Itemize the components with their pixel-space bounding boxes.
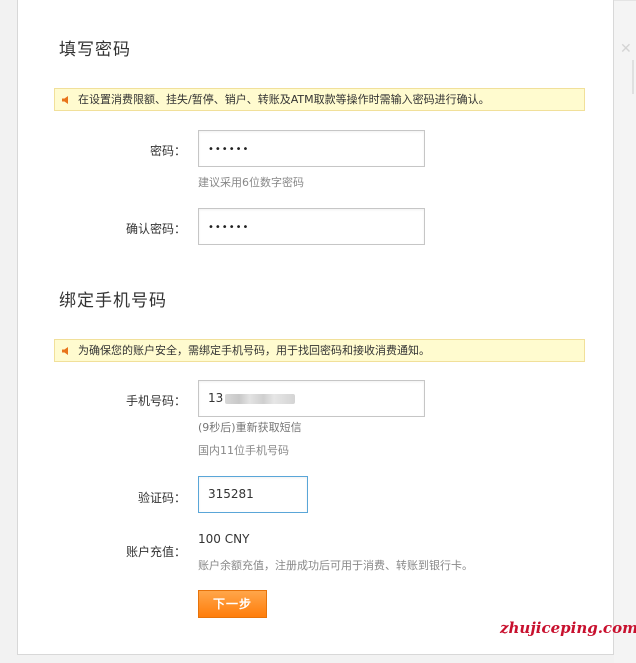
recharge-amount: 100 CNY	[198, 532, 250, 546]
registration-form: 填写密码 在设置消费限额、挂失/暂停、销户、转账及ATM取款等操作时需输入密码进…	[17, 0, 636, 655]
password-tip-text: 在设置消费限额、挂失/暂停、销户、转账及ATM取款等操作时需输入密码进行确认。	[78, 93, 490, 106]
watermark: zhujiceping.com	[500, 619, 636, 637]
password-hint: 建议采用6位数字密码	[198, 176, 304, 189]
phone-tip-banner: 为确保您的账户安全，需绑定手机号码，用于找回密码和接收消费通知。	[54, 339, 585, 362]
verification-code-label: 验证码：	[137, 491, 186, 505]
confirm-password-label: 确认密码：	[125, 222, 186, 236]
close-icon[interactable]: ✕	[620, 42, 632, 56]
password-input[interactable]: ••••••	[198, 130, 425, 167]
phone-hint: 国内11位手机号码	[198, 444, 289, 457]
password-section-title: 填写密码	[59, 40, 131, 60]
next-step-button[interactable]: 下一步	[198, 590, 267, 618]
phone-number-redaction	[225, 393, 296, 404]
phone-value: 13	[208, 391, 224, 405]
phone-section-title: 绑定手机号码	[59, 291, 167, 311]
top-divider	[614, 0, 636, 1]
verification-code-value: 315281	[208, 487, 254, 501]
password-label: 密码：	[149, 144, 186, 158]
confirm-password-input[interactable]: ••••••	[198, 208, 425, 245]
phone-tip-text: 为确保您的账户安全，需绑定手机号码，用于找回密码和接收消费通知。	[78, 344, 430, 357]
speaker-icon	[62, 347, 68, 355]
scroll-edge	[632, 60, 634, 94]
phone-input[interactable]: 13	[198, 380, 425, 417]
right-panel-edge: ✕	[614, 0, 636, 663]
phone-label: 手机号码：	[125, 394, 186, 408]
password-value: ••••••	[208, 144, 250, 155]
recharge-label: 账户充值：	[125, 545, 186, 559]
speaker-icon	[62, 96, 68, 104]
confirm-password-value: ••••••	[208, 222, 250, 233]
verification-code-input[interactable]: 315281	[198, 476, 308, 513]
resend-sms-link[interactable]: (9秒后)重新获取短信	[198, 419, 302, 435]
password-tip-banner: 在设置消费限额、挂失/暂停、销户、转账及ATM取款等操作时需输入密码进行确认。	[54, 88, 585, 111]
recharge-hint: 账户余额充值，注册成功后可用于消费、转账到银行卡。	[198, 559, 473, 572]
